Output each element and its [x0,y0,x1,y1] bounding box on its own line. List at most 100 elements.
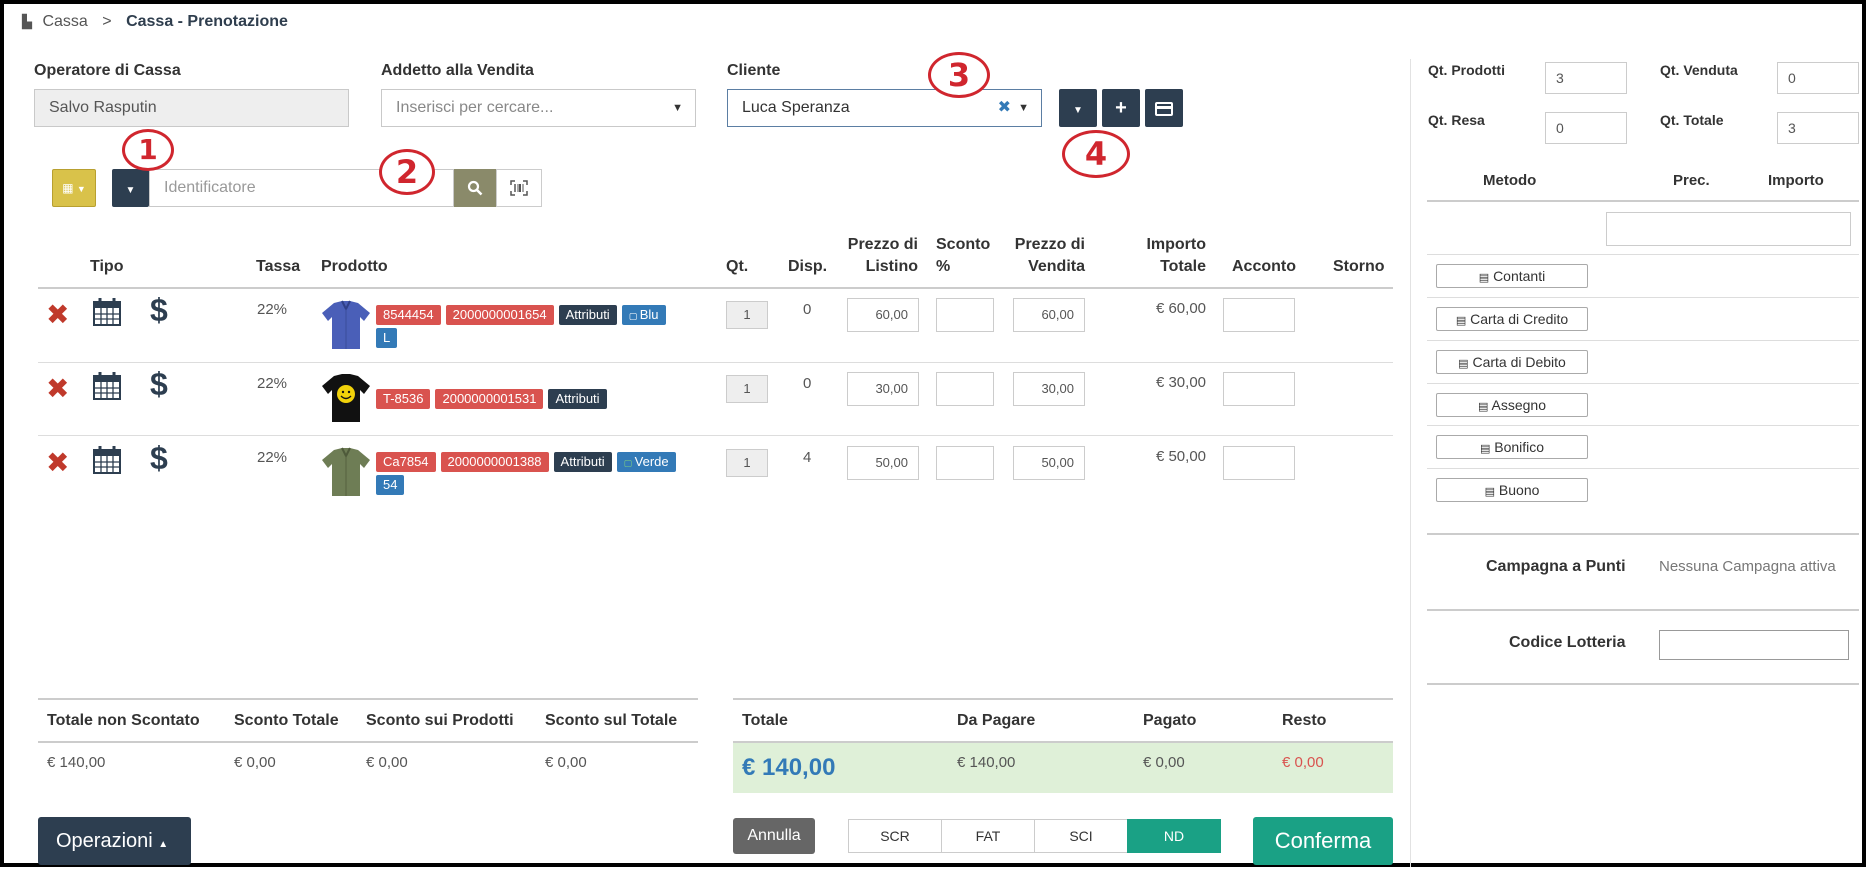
method-contanti-button[interactable]: ▤ Contanti [1436,264,1588,288]
x-icon[interactable]: ✖ [46,372,69,405]
qt-prodotti-field: 3 [1545,62,1627,94]
vendita-input[interactable]: 30,00 [1013,372,1085,406]
attributes-badge[interactable]: Attributi [558,305,617,325]
lotteria-input[interactable] [1659,630,1849,660]
client-options-button[interactable]: ▼ [1059,89,1097,127]
dollar-icon[interactable]: $ [150,440,168,477]
x-icon[interactable]: ✖ [46,446,69,479]
divider [1427,254,1859,255]
method-bonifico-button[interactable]: ▤ Bonifico [1436,435,1588,459]
lotteria-divider [1427,609,1859,611]
search-type-dropdown[interactable]: ▼ [112,169,149,207]
row-totale: € 50,00 [1155,448,1206,465]
dollar-icon[interactable]: $ [150,366,168,403]
metodo-header: Metodo [1483,172,1537,189]
row-tassa: 22% [257,449,288,466]
header-vendita-line1: Prezzo di [1014,236,1085,253]
seller-label: Addetto alla Vendita [381,62,534,79]
sconto-input[interactable] [936,298,994,332]
totale-non-scontato-value: € 140,00 [47,754,106,771]
vendita-input[interactable]: 60,00 [1013,298,1085,332]
barcode-scan-button[interactable] [496,169,542,207]
search-icon [467,180,483,196]
method-label: Assegno [1491,397,1546,413]
acconto-input[interactable] [1223,446,1295,480]
breadcrumb-home[interactable]: Cassa [42,13,87,30]
conferma-button[interactable]: Conferma [1253,817,1393,865]
doc-type-nd[interactable]: ND [1127,819,1221,853]
header-storno: Storno [1333,258,1385,275]
attributes-badge[interactable]: Attributi [553,452,612,472]
color-swatch-icon: ▢ [623,458,635,468]
header-totale-line1: Importo [1146,236,1206,253]
qt-totale-field: 3 [1777,112,1859,144]
payment-top-divider [733,698,1393,700]
acconto-input[interactable] [1223,298,1295,332]
add-client-button[interactable]: + [1102,89,1140,127]
header-totale-line2: Totale [1160,258,1206,275]
totals-top-divider [38,698,698,700]
calendar-icon[interactable] [92,445,122,475]
sconto-sul-totale-value: € 0,00 [545,754,587,771]
totale-value: € 140,00 [742,754,836,781]
method-label: Buono [1498,482,1540,498]
method-assegno-button[interactable]: ▤ Assegno [1436,393,1588,417]
product-thumbnail-green-shirt [320,446,372,498]
row-disp: 0 [803,301,812,318]
calendar-icon: ▦ [62,181,74,195]
method-buono-button[interactable]: ▤ Buono [1436,478,1588,502]
header-listino-line1: Prezzo di [847,236,918,253]
sconto-input[interactable] [936,372,994,406]
x-icon[interactable]: ✖ [46,298,69,331]
importo-input[interactable] [1606,212,1851,246]
row-tassa: 22% [257,301,288,318]
barcode-badge: 2000000001388 [440,452,549,472]
chevron-down-icon[interactable]: ▼ [1018,90,1029,126]
method-carta-debito-button[interactable]: ▤ Carta di Debito [1436,350,1588,374]
annotation-3: 3 [928,52,990,98]
table-header-divider [38,287,1393,289]
search-button[interactable] [454,169,496,207]
divider [1427,468,1859,469]
annulla-button[interactable]: Annulla [733,818,815,854]
qt-prodotti-label: Qt. Prodotti [1428,62,1505,78]
dollar-icon[interactable]: $ [150,292,168,329]
client-label: Cliente [727,62,781,79]
doc-type-fat[interactable]: FAT [941,819,1035,853]
divider [1427,297,1859,298]
attributes-badge[interactable]: Attributi [548,389,607,409]
calendar-icon[interactable] [92,371,122,401]
client-value: Luca Speranza [742,99,850,116]
client-select[interactable]: Luca Speranza ✖ ▼ [727,89,1042,127]
qt-venduta-label: Qt. Venduta [1660,62,1738,78]
client-card-button[interactable] [1145,89,1183,127]
clear-icon[interactable]: ✖ [998,90,1011,126]
header-vendita-line2: Vendita [1028,258,1085,275]
method-label: Carta di Debito [1472,354,1566,370]
plus-icon: + [1115,97,1127,119]
doc-type-sci[interactable]: SCI [1034,819,1128,853]
vendita-input[interactable]: 50,00 [1013,446,1085,480]
importo-header: Importo [1768,172,1824,189]
seller-placeholder: Inserisci per cercare... [396,99,554,116]
header-tassa: Tassa [256,258,301,275]
totale-non-scontato-label: Totale non Scontato [47,712,200,729]
calendar-dropdown-button[interactable]: ▦ ▼ [52,169,96,207]
qty-field: 1 [726,301,768,329]
sconto-totale-value: € 0,00 [234,754,276,771]
header-prezzo-listino: Prezzo di Listino [834,234,918,278]
listino-input[interactable]: 60,00 [847,298,919,332]
product-code-badge: 8544454 [376,305,441,325]
doc-type-scr[interactable]: SCR [848,819,942,853]
campagna-value: Nessuna Campagna attiva [1659,558,1836,575]
sconto-input[interactable] [936,446,994,480]
operazioni-button[interactable]: Operazioni ▲ [38,817,191,865]
header-sconto-line1: Sconto [936,236,991,253]
seller-select[interactable]: Inserisci per cercare... ▼ [381,89,696,127]
listino-input[interactable]: 50,00 [847,446,919,480]
acconto-input[interactable] [1223,372,1295,406]
header-prodotto: Prodotto [321,258,388,275]
listino-input[interactable]: 30,00 [847,372,919,406]
method-carta-credito-button[interactable]: ▤ Carta di Credito [1436,307,1588,331]
calendar-icon[interactable] [92,297,122,327]
